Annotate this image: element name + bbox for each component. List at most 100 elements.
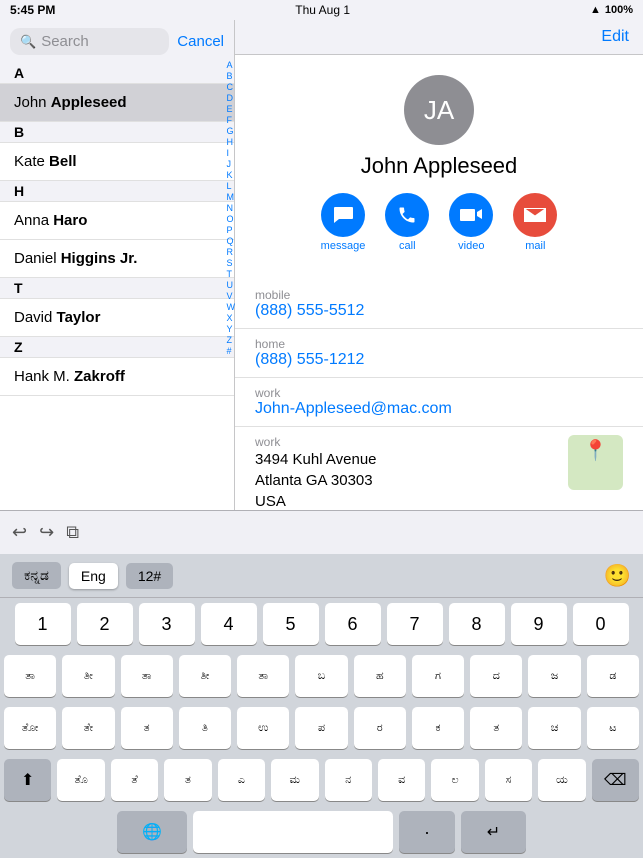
status-day: Thu Aug 1 [295,3,350,17]
period-key[interactable]: · [399,811,455,853]
key-kc9[interactable]: ಸ [485,759,532,801]
key-kb10[interactable]: ಚ [528,707,580,749]
contact-item[interactable]: David Taylor [0,299,234,337]
redo-button[interactable]: ↪ [39,522,54,543]
key-7[interactable]: 7 [387,603,443,645]
section-header-z: Z [0,337,234,358]
key-kc6[interactable]: ನ [325,759,372,801]
contact-item[interactable]: Anna Haro [0,202,234,240]
video-icon[interactable] [449,193,493,237]
section-header-a: A [0,63,234,84]
key-kc4[interactable]: ಎ [218,759,265,801]
key-kb2[interactable]: ತೇ [62,707,114,749]
search-input-wrapper[interactable]: 🔍 Search [10,28,169,55]
wifi-icon: ▲ [590,4,601,16]
contact-item[interactable]: Kate Bell [0,143,234,181]
key-0[interactable]: 0 [573,603,629,645]
message-action[interactable]: message [321,193,366,252]
key-ka2[interactable]: ತೀ [62,655,114,697]
contact-last-name: Taylor [57,309,101,326]
work-address-value[interactable]: 3494 Kuhl AvenueAtlanta GA 30303USA [255,449,558,512]
section-header-h: H [0,181,234,202]
contact-detail: JA John Appleseed message [235,55,643,280]
key-ka10[interactable]: ಜ [528,655,580,697]
key-8[interactable]: 8 [449,603,505,645]
kannada-key[interactable]: ಕನ್ನಡ [12,562,61,589]
key-kc7[interactable]: ವ [378,759,425,801]
call-action[interactable]: call [385,193,429,252]
key-ka7[interactable]: ಹ [354,655,406,697]
mobile-value[interactable]: (888) 555-5512 [255,302,623,320]
key-9[interactable]: 9 [511,603,567,645]
work-email-value[interactable]: John-Appleseed@mac.com [255,400,623,418]
contact-item[interactable]: Hank M. Zakroff [0,358,234,396]
globe-key[interactable]: 🌐 [117,811,187,853]
numbers-key[interactable]: 12# [126,563,173,589]
key-kc5[interactable]: ಮ [271,759,318,801]
status-bar: 5:45 PM Thu Aug 1 ▲ 100% [0,0,643,20]
work-email-label: work [255,386,623,400]
contact-last-name: Bell [49,153,77,170]
video-action[interactable]: video [449,193,493,252]
contact-item[interactable]: Daniel Higgins Jr. [0,240,234,278]
mail-icon[interactable] [513,193,557,237]
shift-key[interactable]: ⬆ [4,759,51,801]
key-1[interactable]: 1 [15,603,71,645]
index-bar[interactable]: A B C D E F G H I J K L M N O P Q R S T … [227,60,236,356]
key-5[interactable]: 5 [263,603,319,645]
work-address-map[interactable]: 📍 [568,435,623,490]
key-ka1[interactable]: ತಾ [4,655,56,697]
key-kb9[interactable]: ತ [470,707,522,749]
kannada-row-3: ⬆ ತೊ ತೆ ತ ಎ ಮ ನ ವ ಲ ಸ ಯ ⌫ [0,754,643,806]
key-ka11[interactable]: ಡ [587,655,639,697]
cancel-button[interactable]: Cancel [177,33,224,50]
work-email-row: work John-Appleseed@mac.com [235,378,643,427]
key-ka6[interactable]: ಬ [295,655,347,697]
key-kb8[interactable]: ಕ [412,707,464,749]
key-ka4[interactable]: ತೀ [179,655,231,697]
key-4[interactable]: 4 [201,603,257,645]
contact-first-name: Anna [14,212,53,229]
backspace-key[interactable]: ⌫ [592,759,639,801]
status-time: 5:45 PM [10,3,55,17]
key-kb4[interactable]: ತಿ [179,707,231,749]
work-address-row: work 3494 Kuhl AvenueAtlanta GA 30303USA… [235,427,643,520]
return-key[interactable]: ↵ [461,811,526,853]
key-kb3[interactable]: ತ [121,707,173,749]
key-2[interactable]: 2 [77,603,133,645]
key-3[interactable]: 3 [139,603,195,645]
key-kb5[interactable]: ಉ [237,707,289,749]
key-ka3[interactable]: ತಾ [121,655,173,697]
battery-indicator: 100% [605,4,633,16]
key-kc10[interactable]: ಯ [538,759,585,801]
key-kb1[interactable]: ತೋ [4,707,56,749]
key-kb7[interactable]: ರ [354,707,406,749]
paste-button[interactable]: ⧉ [66,522,79,543]
emoji-key[interactable]: 🙂 [604,563,631,589]
edit-button[interactable]: Edit [601,28,629,46]
space-key[interactable] [193,811,393,853]
key-kc2[interactable]: ತೆ [111,759,158,801]
main-container: 🔍 Search Cancel A John Appleseed B Kate … [0,20,643,520]
number-row: 1 2 3 4 5 6 7 8 9 0 [0,598,643,650]
call-icon[interactable] [385,193,429,237]
key-kc8[interactable]: ಲ [431,759,478,801]
home-phone-label: home [255,337,623,351]
contact-last-name: Zakroff [74,368,125,385]
key-ka8[interactable]: ಗ [412,655,464,697]
key-ka9[interactable]: ದ [470,655,522,697]
mail-action[interactable]: mail [513,193,557,252]
key-kc3[interactable]: ತ [164,759,211,801]
key-kb11[interactable]: ಟ [587,707,639,749]
key-6[interactable]: 6 [325,603,381,645]
contact-item[interactable]: John Appleseed [0,84,234,122]
english-key[interactable]: Eng [69,563,118,589]
undo-button[interactable]: ↩ [12,522,27,543]
key-kc1[interactable]: ತೊ [57,759,104,801]
message-icon[interactable] [321,193,365,237]
work-address-label: work [255,435,558,449]
key-kb6[interactable]: ಪ [295,707,347,749]
search-input[interactable]: Search [41,33,89,50]
key-ka5[interactable]: ತಾ [237,655,289,697]
home-phone-value[interactable]: (888) 555-1212 [255,351,623,369]
